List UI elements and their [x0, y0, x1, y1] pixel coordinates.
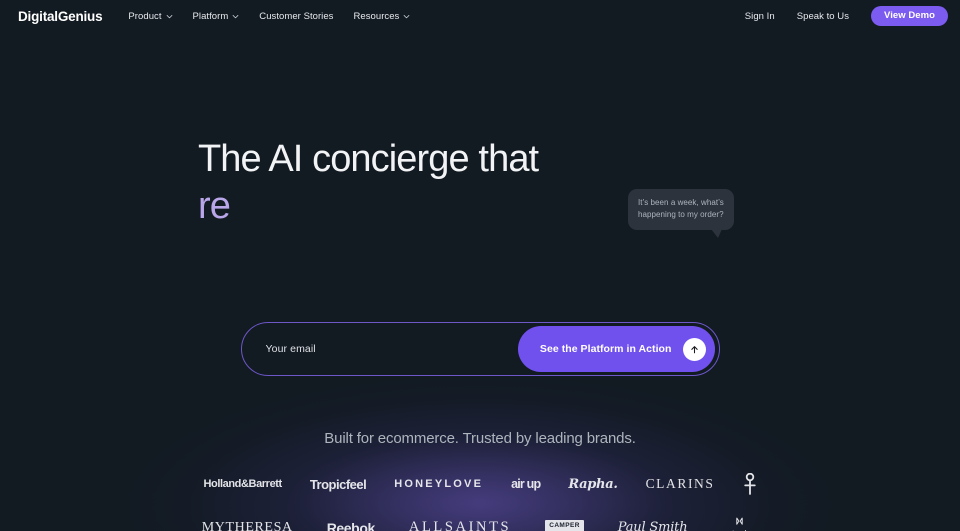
brand-logo-rapha: Rapha.	[568, 476, 618, 492]
nav-item-customer-stories[interactable]: Customer Stories	[259, 11, 333, 22]
email-input[interactable]	[241, 343, 518, 355]
brand-logo-reebok: Reebok	[326, 519, 376, 531]
main-navigation: DigitalGenius Product Platform Customer …	[0, 0, 960, 32]
hero-section: The AI concierge that re It’s been a wee…	[0, 32, 960, 531]
chat-bubble: It’s been a week, what’s happening to my…	[628, 189, 734, 238]
chevron-down-icon	[403, 13, 410, 20]
brand-logo-honeylove: HONEYLOVE	[394, 478, 484, 490]
chat-bubble-tail	[711, 228, 722, 238]
sign-in-link[interactable]: Sign In	[745, 11, 775, 22]
trust-tagline: Built for ecommerce. Trusted by leading …	[324, 430, 636, 447]
brand-logo-figure-mark-icon	[743, 473, 757, 495]
nav-actions: Sign In Speak to Us View Demo	[745, 5, 948, 27]
brand-logo-mytheresa: MYTHERESA	[201, 519, 293, 531]
brand-logo-allsaints: ALLSAINTS	[408, 519, 512, 531]
nav-item-product[interactable]: Product	[128, 11, 172, 22]
email-capture-form: See the Platform in Action	[240, 322, 720, 376]
waterdrop-glyph-icon	[734, 517, 745, 526]
brand-logo-row-1: Holland&Barrett Tropicfeel HONEYLOVE air…	[0, 473, 960, 495]
brand-logo-holland-barrett: Holland&Barrett	[203, 478, 282, 490]
nav-item-resources[interactable]: Resources	[353, 11, 410, 22]
chevron-down-icon	[232, 13, 239, 20]
nav-links: Product Platform Customer Stories Resour…	[128, 11, 410, 22]
brand-logo-air-up: air up	[511, 477, 541, 491]
brand-logo-row-2: MYTHERESA Reebok ALLSAINTS CAMPER Paul S…	[0, 517, 960, 531]
chevron-down-icon	[166, 13, 173, 20]
arrow-up-right-icon	[682, 337, 706, 361]
see-platform-in-action-button[interactable]: See the Platform in Action	[517, 326, 715, 372]
brand-logo-camper: CAMPER	[545, 520, 584, 531]
brand-logo[interactable]: DigitalGenius	[18, 9, 103, 24]
brand-logo-strip: Holland&Barrett Tropicfeel HONEYLOVE air…	[0, 473, 960, 531]
brand-logo-waterdrop: waterdrop	[721, 517, 758, 531]
nav-item-label: Platform	[192, 10, 229, 22]
brand-logo-tropicfeel: Tropicfeel	[309, 476, 367, 492]
speak-to-us-link[interactable]: Speak to Us	[797, 11, 849, 22]
view-demo-button[interactable]: View Demo	[871, 5, 948, 27]
nav-item-label: Resources	[353, 10, 400, 22]
nav-item-label: Product	[128, 10, 162, 22]
page-root: DigitalGenius Product Platform Customer …	[0, 0, 960, 531]
email-capture-section: See the Platform in Action	[0, 322, 960, 376]
brand-logo-paul-smith: Paul Smith	[617, 520, 688, 531]
chat-bubble-text: It’s been a week, what’s happening to my…	[638, 198, 724, 219]
cta-label: See the Platform in Action	[539, 343, 672, 355]
nav-item-label: Customer Stories	[259, 10, 334, 22]
brand-logo-clarins: CLARINS	[645, 476, 715, 491]
nav-item-platform[interactable]: Platform	[193, 11, 240, 22]
headline-line-1: The AI concierge that	[198, 138, 539, 180]
